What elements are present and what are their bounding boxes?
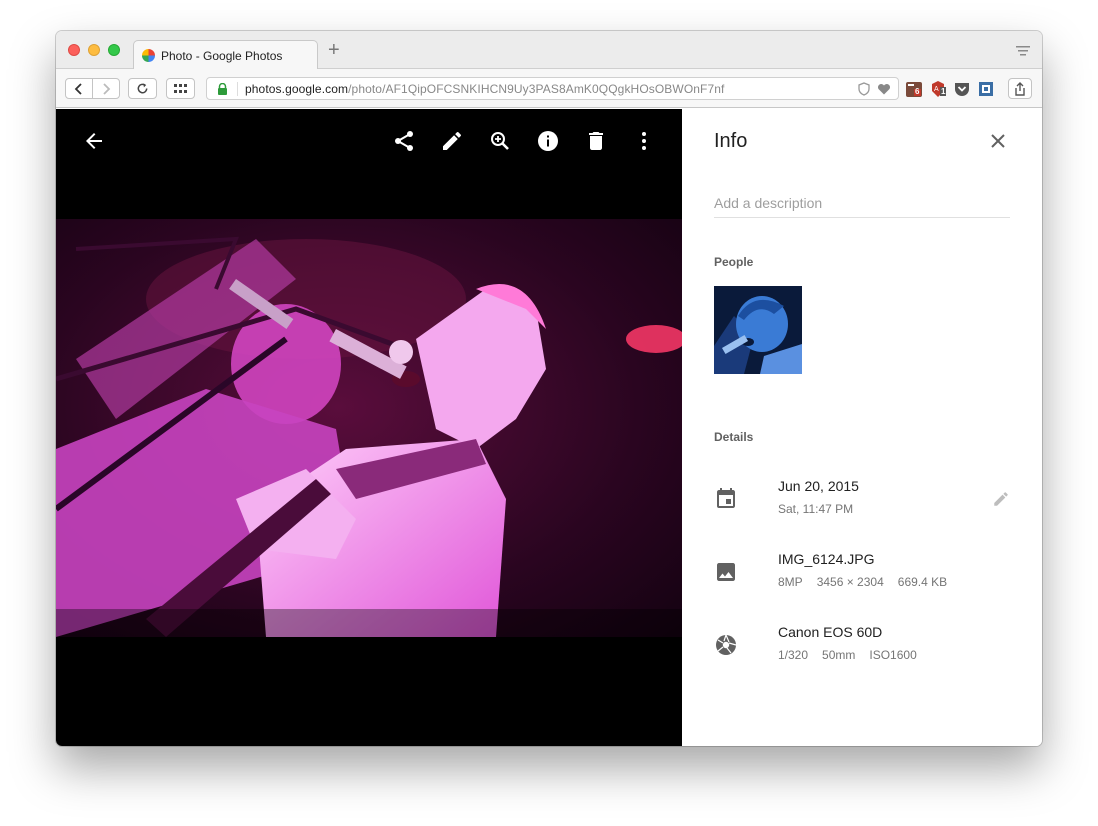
date-subtext: Sat, 11:47 PM	[778, 502, 854, 516]
focal-text: 50mm	[822, 648, 856, 662]
info-icon[interactable]	[536, 129, 560, 153]
details-label: Details	[714, 430, 754, 444]
share-page-button[interactable]	[1008, 78, 1032, 99]
todo-extension-icon[interactable]: 6	[906, 81, 922, 97]
image-icon	[717, 563, 735, 581]
heart-icon[interactable]	[877, 83, 891, 95]
tab-overflow-icon[interactable]	[1016, 45, 1030, 57]
close-icon[interactable]	[988, 131, 1008, 151]
person-face-thumbnail[interactable]	[714, 286, 802, 374]
dimensions-text: 3456 × 2304	[816, 575, 884, 589]
reload-icon	[137, 83, 148, 94]
forward-button[interactable]	[92, 79, 119, 98]
browser-window: Photo - Google Photos + photos.google.co…	[56, 31, 1042, 746]
url-path: /photo/AF1QipOFCSNKIHCN9Uy3PAS8AmK0QQgkH…	[348, 82, 725, 96]
zoom-window-button[interactable]	[108, 44, 120, 56]
window-extension-icon[interactable]	[978, 81, 994, 97]
filesize-text: 669.4 KB	[897, 575, 948, 589]
tab-title: Photo - Google Photos	[161, 49, 283, 63]
share-icon[interactable]	[392, 129, 416, 153]
address-bar[interactable]: photos.google.com/photo/AF1QipOFCSNKIHCN…	[206, 77, 899, 100]
todo-badge: 6	[915, 87, 920, 96]
zoom-in-icon[interactable]	[488, 129, 512, 153]
people-label: People	[714, 255, 754, 269]
close-window-button[interactable]	[68, 44, 80, 56]
tab-bar: Photo - Google Photos +	[56, 31, 1042, 70]
camera-details: 1/320 50mm ISO1600	[778, 648, 917, 662]
svg-text:A: A	[934, 86, 939, 93]
edit-date-icon[interactable]	[992, 490, 1010, 508]
grid-icon	[173, 83, 187, 93]
date-text: Jun 20, 2015	[778, 478, 859, 494]
share-upload-icon	[1015, 81, 1025, 96]
info-panel: Info Add a description People Details Ju…	[682, 109, 1042, 746]
aperture-icon	[716, 634, 737, 655]
megapixels-text: 8MP	[778, 575, 803, 589]
chevron-right-icon	[103, 82, 111, 95]
url-text[interactable]: photos.google.com/photo/AF1QipOFCSNKIHCN…	[245, 82, 724, 96]
calendar-icon	[717, 488, 735, 508]
adblock-extension-icon[interactable]: A 1	[930, 81, 947, 97]
photo-viewer	[56, 109, 682, 746]
iso-text: ISO1600	[869, 648, 917, 662]
filename-text: IMG_6124.JPG	[778, 551, 875, 567]
top-sites-button[interactable]	[166, 78, 195, 99]
back-arrow-icon[interactable]	[82, 129, 106, 153]
shield-icon[interactable]	[858, 82, 870, 96]
more-vert-icon[interactable]	[632, 129, 656, 153]
file-details: 8MP 3456 × 2304 669.4 KB	[778, 575, 947, 589]
description-field[interactable]: Add a description	[714, 195, 1010, 218]
info-title: Info	[714, 130, 748, 152]
shutter-text: 1/320	[778, 648, 809, 662]
browser-toolbar: photos.google.com/photo/AF1QipOFCSNKIHCN…	[56, 69, 1042, 108]
chevron-left-icon	[74, 82, 82, 95]
concert-photo[interactable]	[56, 219, 682, 637]
edit-icon[interactable]	[440, 129, 464, 153]
camera-model-text: Canon EOS 60D	[778, 624, 883, 640]
browser-tab[interactable]: Photo - Google Photos	[133, 40, 318, 70]
google-photos-favicon-icon	[142, 49, 155, 62]
url-host: photos.google.com	[245, 82, 349, 96]
lock-icon	[218, 83, 227, 95]
new-tab-button[interactable]: +	[328, 40, 340, 60]
back-button[interactable]	[66, 79, 92, 98]
url-divider	[237, 82, 238, 96]
adblock-badge: 1	[940, 87, 947, 96]
reload-button[interactable]	[128, 78, 157, 99]
delete-icon[interactable]	[584, 129, 608, 153]
nav-buttons	[65, 78, 120, 99]
pocket-icon[interactable]	[954, 81, 970, 97]
minimize-window-button[interactable]	[88, 44, 100, 56]
